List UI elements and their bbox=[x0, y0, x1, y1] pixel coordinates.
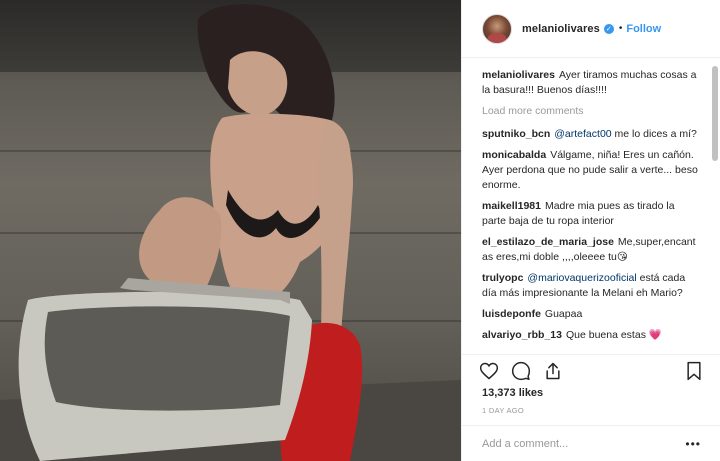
avatar[interactable] bbox=[482, 13, 512, 44]
load-more-comments-button[interactable]: Load more comments bbox=[482, 104, 701, 119]
comment-mention[interactable]: @artefact00 bbox=[554, 128, 611, 140]
comment-item: trulyopc @mariovaquerizooficial está cada… bbox=[482, 271, 701, 301]
post-photo[interactable] bbox=[0, 0, 461, 461]
post-time[interactable]: 1 DAY AGO bbox=[482, 406, 524, 415]
photo-illustration bbox=[0, 4, 461, 461]
comment-username[interactable]: trulyopc bbox=[482, 272, 523, 284]
comment-username[interactable]: luisdeponfe bbox=[482, 308, 541, 320]
post-side-panel: melaniolivares ✓ • Follow melaniolivares… bbox=[461, 0, 720, 461]
likes-count[interactable]: 13,373 likes bbox=[482, 387, 543, 399]
comment-item: monicabalda Válgame, niña! Eres un cañón.… bbox=[482, 148, 701, 193]
more-options-icon[interactable]: ••• bbox=[685, 437, 701, 451]
post-header: melaniolivares ✓ • Follow bbox=[462, 0, 720, 58]
hip bbox=[139, 197, 222, 295]
action-bar bbox=[462, 354, 720, 386]
comment-username[interactable]: maikell1981 bbox=[482, 200, 541, 212]
comment-item: maikell1981 Madre mia pues as tirado la p… bbox=[482, 199, 701, 229]
follow-button[interactable]: Follow bbox=[626, 23, 661, 35]
scrollbar-thumb[interactable] bbox=[712, 66, 718, 161]
comment-mention[interactable]: @mariovaquerizooficial bbox=[527, 272, 636, 284]
comment-username[interactable]: el_estilazo_de_maria_jose bbox=[482, 236, 614, 248]
comment-text: me lo dices a mí? bbox=[611, 128, 697, 140]
comment-icon[interactable] bbox=[510, 360, 532, 382]
share-icon[interactable] bbox=[542, 360, 564, 382]
comment-username[interactable]: sputniko_bcn bbox=[482, 128, 550, 140]
caption: melaniolivares Ayer tiramos muchas cosas … bbox=[482, 68, 701, 98]
comment-item: alvariyo_rbb_13 Que buena estas 💗 bbox=[482, 328, 701, 343]
add-comment-bar: ••• bbox=[462, 425, 720, 461]
add-comment-input[interactable] bbox=[482, 437, 686, 450]
comments-scrollbar[interactable] bbox=[712, 64, 718, 350]
comment-text: Guapaa bbox=[544, 308, 583, 320]
comment-item: luisdeponfe Guapaa bbox=[482, 307, 701, 322]
comment-text: Que buena estas 💗 bbox=[565, 329, 662, 341]
bookmark-icon[interactable] bbox=[683, 360, 705, 382]
header-username[interactable]: melaniolivares bbox=[522, 23, 600, 35]
header-separator: • bbox=[618, 23, 623, 34]
comment-item: el_estilazo_de_maria_jose Me,super,encant… bbox=[482, 235, 701, 265]
caption-username[interactable]: melaniolivares bbox=[482, 69, 555, 81]
comment-username[interactable]: alvariyo_rbb_13 bbox=[482, 329, 562, 341]
comment-username[interactable]: monicabalda bbox=[482, 149, 546, 161]
comments-list[interactable]: melaniolivares Ayer tiramos muchas cosas … bbox=[462, 58, 720, 354]
comment-item: sputniko_bcn @artefact00 me lo dices a mí… bbox=[482, 127, 701, 142]
trash-bin-inside bbox=[44, 306, 290, 411]
heart-icon[interactable] bbox=[478, 360, 500, 382]
verified-badge-icon: ✓ bbox=[603, 23, 614, 34]
